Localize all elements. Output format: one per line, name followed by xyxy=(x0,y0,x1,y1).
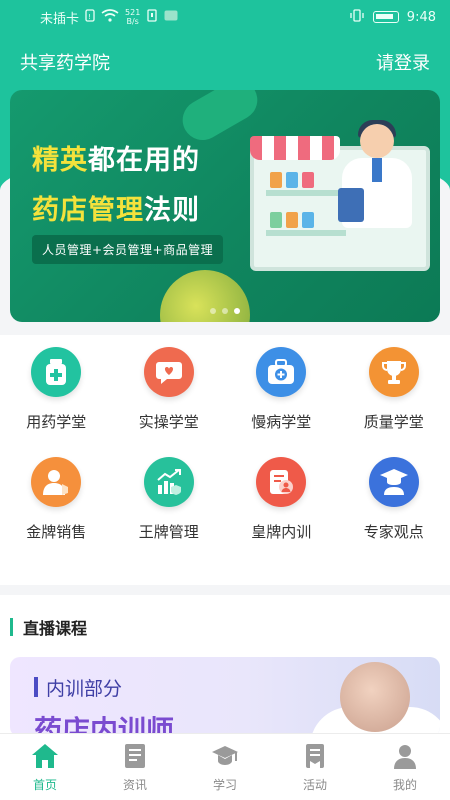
notification-icon xyxy=(146,8,158,26)
pharmacy-illustration xyxy=(250,120,430,271)
category-item-training[interactable]: 皇牌内训 xyxy=(225,453,338,563)
store-awning xyxy=(250,136,340,160)
section-accent-bar xyxy=(10,618,13,636)
presenter-photo xyxy=(340,662,410,732)
category-label: 实操学堂 xyxy=(138,413,199,431)
app-header: 共享药学院 请登录 xyxy=(0,40,450,84)
vibrate-icon xyxy=(349,8,365,26)
banner-headline-line2-highlight: 药店管理 xyxy=(32,195,144,226)
banner-pagination xyxy=(210,308,240,314)
app-title: 共享药学院 xyxy=(20,53,110,74)
live-courses-section: 直播课程 内训部分 药店内训师 xyxy=(0,595,450,737)
tab-home[interactable]: 首页 xyxy=(0,734,90,800)
person-badge-icon xyxy=(31,457,82,507)
banner-headline-line1: 精英都在用的 xyxy=(32,138,252,177)
shelf xyxy=(266,190,346,196)
tab-label: 我的 xyxy=(392,778,417,792)
tab-label: 首页 xyxy=(32,778,57,792)
bottom-tab-bar: 首页 资讯 学习 活动 我的 xyxy=(0,733,450,800)
course-tag-bar xyxy=(34,677,38,697)
home-icon xyxy=(32,744,58,768)
category-item-expert[interactable]: 专家观点 xyxy=(338,453,450,563)
clock: 9:48 xyxy=(406,9,436,25)
medical-kit-icon xyxy=(256,347,307,397)
tab-events[interactable]: 活动 xyxy=(270,734,360,800)
graduate-icon xyxy=(368,457,419,507)
medicine-bottle-icon xyxy=(31,347,82,397)
app-notification-icon xyxy=(164,10,178,25)
banner-tagline: 人员管理+会员管理+商品管理 xyxy=(32,235,224,264)
course-tag: 内训部分 xyxy=(46,678,123,700)
tab-label: 学习 xyxy=(212,778,237,792)
category-label: 质量学堂 xyxy=(363,413,424,431)
banner-decor-circle xyxy=(160,270,250,322)
category-label: 金牌销售 xyxy=(26,523,87,541)
doctor-head xyxy=(360,124,394,158)
sim-icon: ! xyxy=(85,8,95,26)
svg-text:!: ! xyxy=(88,13,91,21)
medicine-box xyxy=(302,172,314,188)
tab-profile[interactable]: 我的 xyxy=(360,734,450,800)
tab-label: 资讯 xyxy=(122,778,147,792)
net-speed: 521 B/s xyxy=(125,8,140,26)
category-item-sales[interactable]: 金牌销售 xyxy=(0,453,113,563)
carrier-label: 未插卡 xyxy=(40,11,80,27)
medicine-box xyxy=(270,212,282,228)
wifi-icon xyxy=(101,8,119,26)
medicine-box xyxy=(302,212,314,228)
banner-dot-active[interactable] xyxy=(234,308,240,314)
document-person-icon xyxy=(256,457,307,507)
banner-headline-line2: 药店管理法则 xyxy=(32,188,252,227)
status-bar: 未插卡 ! 521 B/s 9:48 xyxy=(0,0,450,34)
banner-headline-highlight: 精英 xyxy=(32,145,88,176)
category-item-practice[interactable]: 实操学堂 xyxy=(113,343,226,453)
banner-headline-line2-rest: 法则 xyxy=(144,195,200,226)
tab-news[interactable]: 资讯 xyxy=(90,734,180,800)
doctor-tie xyxy=(372,158,382,182)
user-icon xyxy=(394,745,416,769)
category-label: 用药学堂 xyxy=(26,413,87,431)
banner-dot[interactable] xyxy=(210,308,216,314)
net-speed-unit: B/s xyxy=(126,17,139,26)
growth-chart-icon xyxy=(143,457,194,507)
category-grid: 用药学堂 实操学堂 慢病学堂 质量学堂 金牌销售 王牌管理 皇牌内训 专家观点 xyxy=(0,335,450,585)
clipboard-icon xyxy=(338,188,364,222)
banner-headline-rest: 都在用的 xyxy=(88,145,200,176)
category-item-chronic[interactable]: 慢病学堂 xyxy=(225,343,338,453)
battery-icon xyxy=(372,11,399,23)
category-label: 皇牌内训 xyxy=(251,523,312,541)
shelf xyxy=(266,230,346,236)
news-icon xyxy=(125,744,145,768)
course-card[interactable]: 内训部分 药店内训师 xyxy=(10,657,440,737)
flag-icon xyxy=(306,744,324,768)
tab-label: 活动 xyxy=(302,778,327,792)
medicine-box xyxy=(270,172,282,188)
login-link[interactable]: 请登录 xyxy=(376,49,430,75)
banner-dot[interactable] xyxy=(222,308,228,314)
category-label: 慢病学堂 xyxy=(251,413,312,431)
category-item-quality[interactable]: 质量学堂 xyxy=(338,343,450,453)
promo-banner[interactable]: 精英都在用的 药店管理法则 人员管理+会员管理+商品管理 xyxy=(10,90,440,322)
category-label: 王牌管理 xyxy=(138,523,199,541)
tab-study[interactable]: 学习 xyxy=(180,734,270,800)
graduation-cap-icon xyxy=(212,746,238,765)
net-speed-value: 521 xyxy=(125,8,141,17)
trophy-icon xyxy=(368,347,419,397)
medicine-box xyxy=(286,172,298,188)
section-header: 直播课程 xyxy=(10,615,87,639)
section-title: 直播课程 xyxy=(23,619,88,638)
category-label: 专家观点 xyxy=(363,523,424,541)
heart-chat-icon xyxy=(143,347,194,397)
category-item-medication[interactable]: 用药学堂 xyxy=(0,343,113,453)
medicine-box xyxy=(286,212,298,228)
category-item-management[interactable]: 王牌管理 xyxy=(113,453,226,563)
